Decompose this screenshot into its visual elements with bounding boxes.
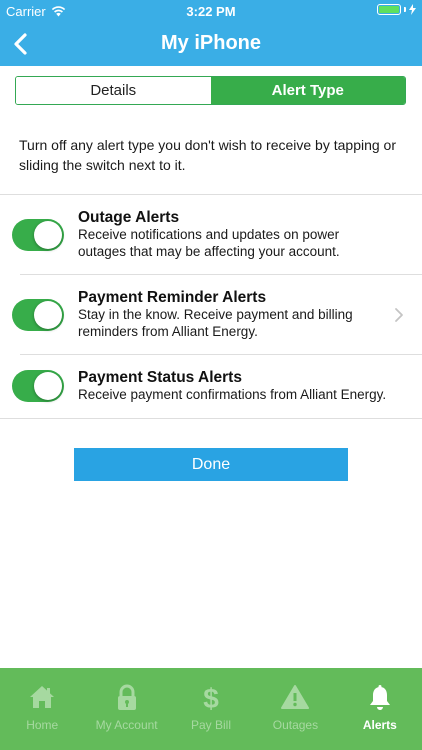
alert-title: Outage Alerts <box>78 209 180 226</box>
payment-reminder-toggle[interactable] <box>12 299 64 331</box>
tab-outages[interactable]: Outages <box>253 668 337 750</box>
outage-alerts-toggle[interactable] <box>12 219 64 251</box>
tab-label: Home <box>26 718 59 732</box>
battery-cap <box>404 7 406 12</box>
payment-status-toggle[interactable] <box>12 370 64 402</box>
alert-description-line: Receive payment confirmations from Allia… <box>78 387 387 402</box>
alert-title: Payment Reminder Alerts <box>78 289 267 306</box>
alert-description-line: Receive notifications and updates on pow… <box>78 227 340 242</box>
alert-row-outage[interactable]: Outage Alerts Receive notifications and … <box>0 195 422 275</box>
alert-row-payment-status[interactable]: Payment Status Alerts Receive payment co… <box>0 355 422 418</box>
dollar-icon: $ <box>203 684 219 712</box>
charging-bolt-icon <box>409 4 416 15</box>
bell-icon <box>369 685 390 710</box>
tab-label: Pay Bill <box>191 718 232 732</box>
alert-title: Payment Status Alerts <box>78 369 242 386</box>
status-bar: Carrier 3:22 PM <box>0 0 422 22</box>
tab-pay-bill[interactable]: $ Pay Bill <box>169 668 253 750</box>
done-button[interactable]: Done <box>74 448 348 481</box>
tab-alerts[interactable]: Alerts <box>338 668 422 750</box>
alert-description-line: outages that may be affecting your accou… <box>78 243 340 259</box>
header: Carrier 3:22 PM My iPhone <box>0 0 422 66</box>
tab-home[interactable]: Home <box>0 668 84 750</box>
status-right <box>377 4 416 15</box>
tab-label: Alerts <box>362 718 397 732</box>
chevron-right-icon[interactable] <box>394 307 404 323</box>
segmented-control: Details Alert Type <box>15 76 406 105</box>
warning-icon <box>281 685 310 709</box>
tab-details[interactable]: Details <box>16 77 211 104</box>
tab-my-account[interactable]: My Account <box>84 668 168 750</box>
tab-label: My Account <box>95 718 158 732</box>
toggle-knob <box>34 372 62 400</box>
page-title: My iPhone <box>160 32 261 54</box>
nav-bar: My iPhone <box>0 22 422 66</box>
alert-description-line: Stay in the know. Receive payment and bi… <box>78 307 353 322</box>
status-time: 3:22 PM <box>186 4 236 19</box>
alert-row-payment-reminder[interactable]: Payment Reminder Alerts Stay in the know… <box>0 275 422 355</box>
toggle-knob <box>34 301 62 329</box>
lock-icon <box>117 684 136 710</box>
svg-text:$: $ <box>203 684 219 712</box>
intro-text: Turn off any alert type you don't wish t… <box>19 137 396 173</box>
battery-icon <box>377 4 401 15</box>
tab-alert-type[interactable]: Alert Type <box>210 77 405 104</box>
divider <box>0 418 422 419</box>
alert-description-line: reminders from Alliant Energy. <box>78 323 258 339</box>
toggle-knob <box>34 221 62 249</box>
home-icon <box>30 686 55 708</box>
tab-label: Outages <box>272 718 319 732</box>
tab-bar: Home My Account $ Pay Bill Outages Alert… <box>0 668 422 750</box>
